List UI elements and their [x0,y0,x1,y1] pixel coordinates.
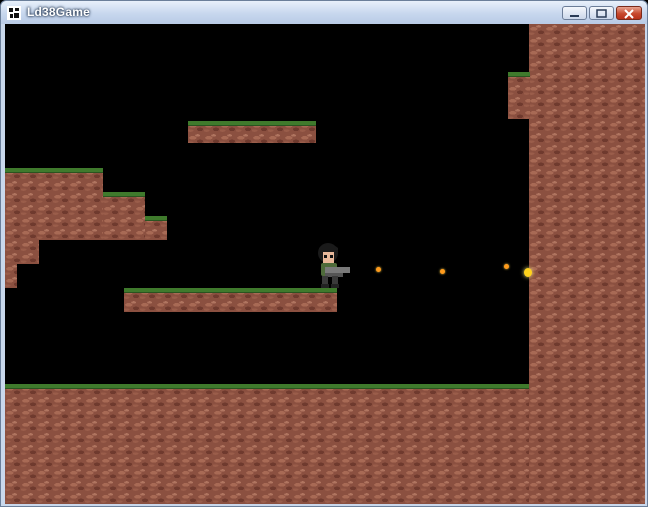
bullet [504,264,509,269]
left-cliff-lower [5,240,39,264]
impact-flash [524,268,532,277]
maximize-icon [596,9,607,18]
left-cliff-grass [5,168,103,173]
close-icon [624,9,634,19]
wall-ledge-grass [508,72,530,77]
minimize-button[interactable] [562,6,587,20]
bullet [440,269,445,274]
floating-platform-top-grass [188,121,316,126]
player-character [318,243,350,288]
wall-ledge [508,72,530,119]
left-step-1-grass [103,192,145,197]
window-title: Ld38Game [27,5,90,19]
left-cliff-tip [5,264,17,288]
game-window: Ld38Game [0,0,648,507]
app-icon [7,6,21,20]
ground [5,384,529,504]
close-button[interactable] [616,6,642,20]
left-step-1 [103,192,145,240]
left-step-2-grass [145,216,167,221]
game-canvas[interactable] [5,24,645,504]
left-cliff [5,168,103,240]
maximize-button[interactable] [589,6,614,20]
ground-grass [5,384,529,389]
bullet [376,267,381,272]
minimize-icon [570,15,579,17]
title-bar[interactable]: Ld38Game [1,1,647,24]
middle-platform-grass [124,288,337,293]
right-wall [529,24,645,504]
